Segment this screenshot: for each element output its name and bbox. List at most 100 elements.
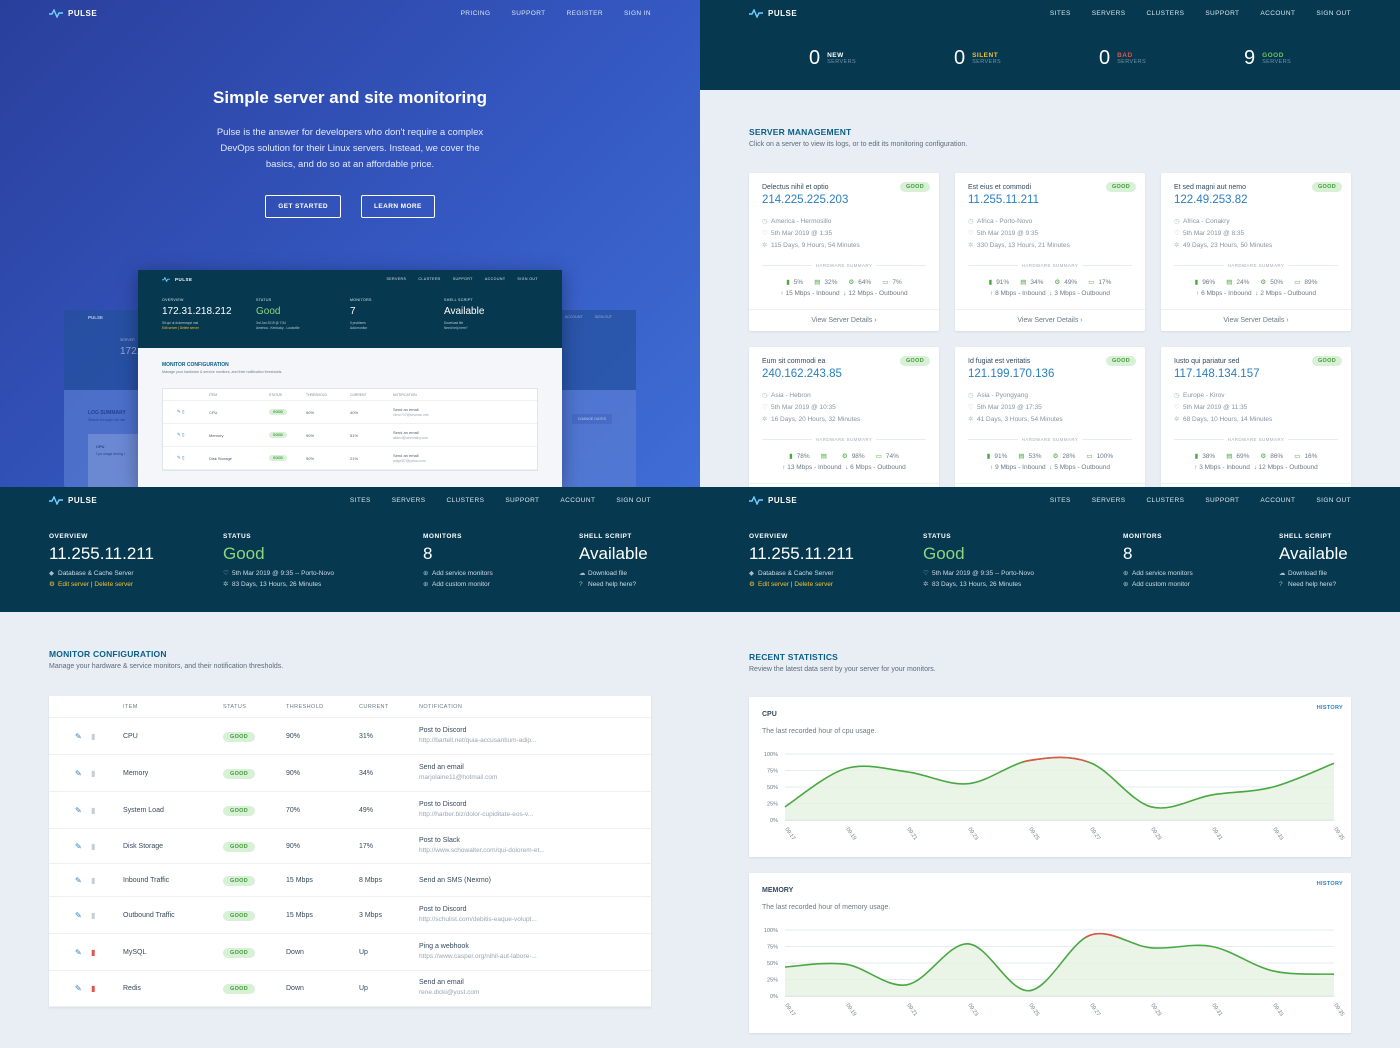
- nav-register[interactable]: REGISTER: [567, 10, 603, 17]
- gear-icon: ⚙: [49, 581, 55, 588]
- stat-good[interactable]: 9 GOOD SERVERS: [1244, 47, 1291, 70]
- nav-sign-out[interactable]: SIGN OUT: [1316, 497, 1351, 504]
- nav-account[interactable]: ACCOUNT: [1260, 497, 1295, 504]
- server-ip[interactable]: 11.255.11.211: [968, 194, 1039, 206]
- stat-new[interactable]: 0 NEW SERVERS: [809, 47, 856, 70]
- add-service-monitors-link[interactable]: Add service monitors: [1132, 570, 1193, 577]
- edit-icon[interactable]: ✎: [75, 984, 82, 993]
- trash-icon[interactable]: ▮: [91, 842, 95, 851]
- hardware-usage: ▮ 91% ▤ 53% ⚙ 28% ▭ 100%: [986, 453, 1114, 460]
- table-row: ✎ ▮ Inbound Traffic GOOD 15 Mbps 8 Mbps Send a…: [49, 864, 651, 897]
- nav-sign-out[interactable]: SIGN OUT: [616, 497, 651, 504]
- edit-icon[interactable]: ✎: [75, 842, 82, 851]
- nav-pricing[interactable]: PRICING: [461, 10, 491, 17]
- server-ip[interactable]: 240.162.243.85: [762, 368, 842, 380]
- y-tick-label: 0%: [770, 994, 778, 1000]
- nav-clusters[interactable]: CLUSTERS: [1146, 10, 1184, 17]
- get-started-button[interactable]: GET STARTED: [265, 195, 342, 218]
- nav-support[interactable]: SUPPORT: [1205, 10, 1239, 17]
- trash-icon[interactable]: ▮: [91, 911, 95, 920]
- learn-more-button[interactable]: LEARN MORE: [361, 195, 435, 218]
- nav-account[interactable]: ACCOUNT: [560, 497, 595, 504]
- traffic-summary: ↑ 6 Mbps - Inbound ↓ 2 Mbps - Outbound: [1196, 290, 1316, 297]
- plus-icon: ⊕: [423, 581, 429, 588]
- server-stats-bar: 0 NEW SERVERS 0 SILENT SERVERS 0 BAD SERVER…: [700, 27, 1400, 90]
- download-file-link[interactable]: Download file: [588, 570, 627, 577]
- trash-icon[interactable]: ▮: [91, 948, 95, 957]
- server-card[interactable]: Et sed magni aut nemo GOOD 122.49.253.82 ◷ A…: [1161, 173, 1351, 331]
- trash-icon[interactable]: ▮: [91, 806, 95, 815]
- server-location: Africa - Conakry: [1183, 218, 1230, 225]
- stat-bad[interactable]: 0 BAD SERVERS: [1099, 47, 1146, 70]
- server-location: Africa - Porto-Novo: [977, 218, 1033, 225]
- heart-icon: ♡: [968, 404, 974, 411]
- brand-logo[interactable]: PULSE: [749, 496, 797, 505]
- cpu-icon: ▮: [786, 279, 790, 286]
- edit-icon[interactable]: ✎: [75, 732, 82, 741]
- nav-servers[interactable]: SERVERS: [392, 497, 426, 504]
- need-help-link[interactable]: Need help here?: [588, 581, 636, 588]
- add-custom-monitor-link[interactable]: Add custom monitor: [1132, 581, 1190, 588]
- server-ip[interactable]: 121.199.170.136: [968, 368, 1054, 380]
- traffic-summary: ↑ 15 Mbps - Inbound ↓ 12 Mbps - Outbound: [780, 290, 908, 297]
- brand-logo[interactable]: PULSE: [49, 9, 97, 18]
- edit-icon[interactable]: ✎: [75, 769, 82, 778]
- server-ip[interactable]: 117.148.134.157: [1174, 368, 1259, 380]
- edit-icon[interactable]: ✎: [75, 948, 82, 957]
- brand-logo[interactable]: PULSE: [749, 9, 797, 18]
- shell-value: Available: [579, 544, 648, 563]
- hardware-summary-label: HARDWARE SUMMARY: [1227, 437, 1285, 442]
- nav-servers[interactable]: SERVERS: [1092, 497, 1126, 504]
- help-icon: ?: [579, 581, 583, 588]
- nav-support[interactable]: SUPPORT: [505, 497, 539, 504]
- monitor-current: 3 Mbps: [359, 911, 382, 919]
- monitor-config-header: MONITOR CONFIGURATION Manage your hardwa…: [49, 649, 283, 670]
- trash-icon[interactable]: ▮: [91, 769, 95, 778]
- nav-sites[interactable]: SITES: [1050, 497, 1071, 504]
- nav-sites[interactable]: SITES: [1050, 10, 1071, 17]
- nav-clusters[interactable]: CLUSTERS: [1146, 497, 1184, 504]
- server-card[interactable]: Delectus nihil et optio GOOD 214.225.225.2…: [749, 173, 939, 331]
- download-file-link[interactable]: Download file: [1288, 570, 1327, 577]
- view-server-details-link[interactable]: View Server Details ›: [1161, 309, 1351, 331]
- monitor-notification: Post to Discord http://bartell.net/quia-a…: [419, 726, 537, 744]
- edit-icon[interactable]: ✎: [75, 911, 82, 920]
- server-card[interactable]: Id fugiat est veritatis GOOD 121.199.170.1…: [955, 347, 1145, 487]
- server-ip[interactable]: 122.49.253.82: [1174, 194, 1248, 206]
- mockup-table: ITEM STATUS THRESHOLD CURRENT NOTIFICATI…: [162, 388, 538, 471]
- edit-server-link[interactable]: Edit server: [58, 581, 89, 588]
- hardware-usage: ▮ 38% ▤ 69% ⚙ 86% ▭ 16%: [1194, 453, 1318, 460]
- trash-icon[interactable]: ▮: [91, 876, 95, 885]
- landing-nav: PULSE PRICING SUPPORT REGISTER SIGN IN: [0, 0, 700, 27]
- disk-icon: ▭: [882, 279, 889, 286]
- edit-server-link[interactable]: Edit server: [758, 581, 789, 588]
- stat-silent[interactable]: 0 SILENT SERVERS: [954, 47, 1001, 70]
- view-server-details-link[interactable]: View Server Details ›: [955, 309, 1145, 331]
- server-ip[interactable]: 214.225.225.203: [762, 194, 848, 206]
- brand-logo[interactable]: PULSE: [49, 496, 97, 505]
- nav-support[interactable]: SUPPORT: [511, 10, 545, 17]
- edit-icon[interactable]: ✎: [75, 806, 82, 815]
- add-service-monitors-link[interactable]: Add service monitors: [432, 570, 493, 577]
- server-card[interactable]: Eum sit commodi ea GOOD 240.162.243.85 ◷ Asi…: [749, 347, 939, 487]
- server-card[interactable]: Est eius et commodi GOOD 11.255.11.211 ◷ Afr…: [955, 173, 1145, 331]
- edit-icon[interactable]: ✎: [75, 876, 82, 885]
- nav-clusters[interactable]: CLUSTERS: [446, 497, 484, 504]
- trash-icon[interactable]: ▮: [91, 732, 95, 741]
- nav-sign-out[interactable]: SIGN OUT: [1316, 10, 1351, 17]
- monitor-notification: Post to Discord http://schulist.com/debit…: [419, 905, 537, 923]
- delete-server-link[interactable]: Delete server: [94, 581, 133, 588]
- nav-sign-in[interactable]: SIGN IN: [624, 10, 651, 17]
- nav-support[interactable]: SUPPORT: [1205, 497, 1239, 504]
- view-server-details-link[interactable]: View Server Details ›: [749, 309, 939, 331]
- trash-icon[interactable]: ▮: [91, 984, 95, 993]
- nav-sites[interactable]: SITES: [350, 497, 371, 504]
- server-card[interactable]: Iusto qui pariatur sed GOOD 117.148.134.15…: [1161, 347, 1351, 487]
- add-custom-monitor-link[interactable]: Add custom monitor: [432, 581, 490, 588]
- mockup-status-col: STATUS Good 3rd Jan 2019 @ 7:54 America …: [256, 298, 300, 330]
- need-help-link[interactable]: Need help here?: [1288, 581, 1336, 588]
- delete-server-link[interactable]: Delete server: [794, 581, 833, 588]
- nav-servers[interactable]: SERVERS: [1092, 10, 1126, 17]
- clock-icon: ◷: [762, 392, 768, 399]
- nav-account[interactable]: ACCOUNT: [1260, 10, 1295, 17]
